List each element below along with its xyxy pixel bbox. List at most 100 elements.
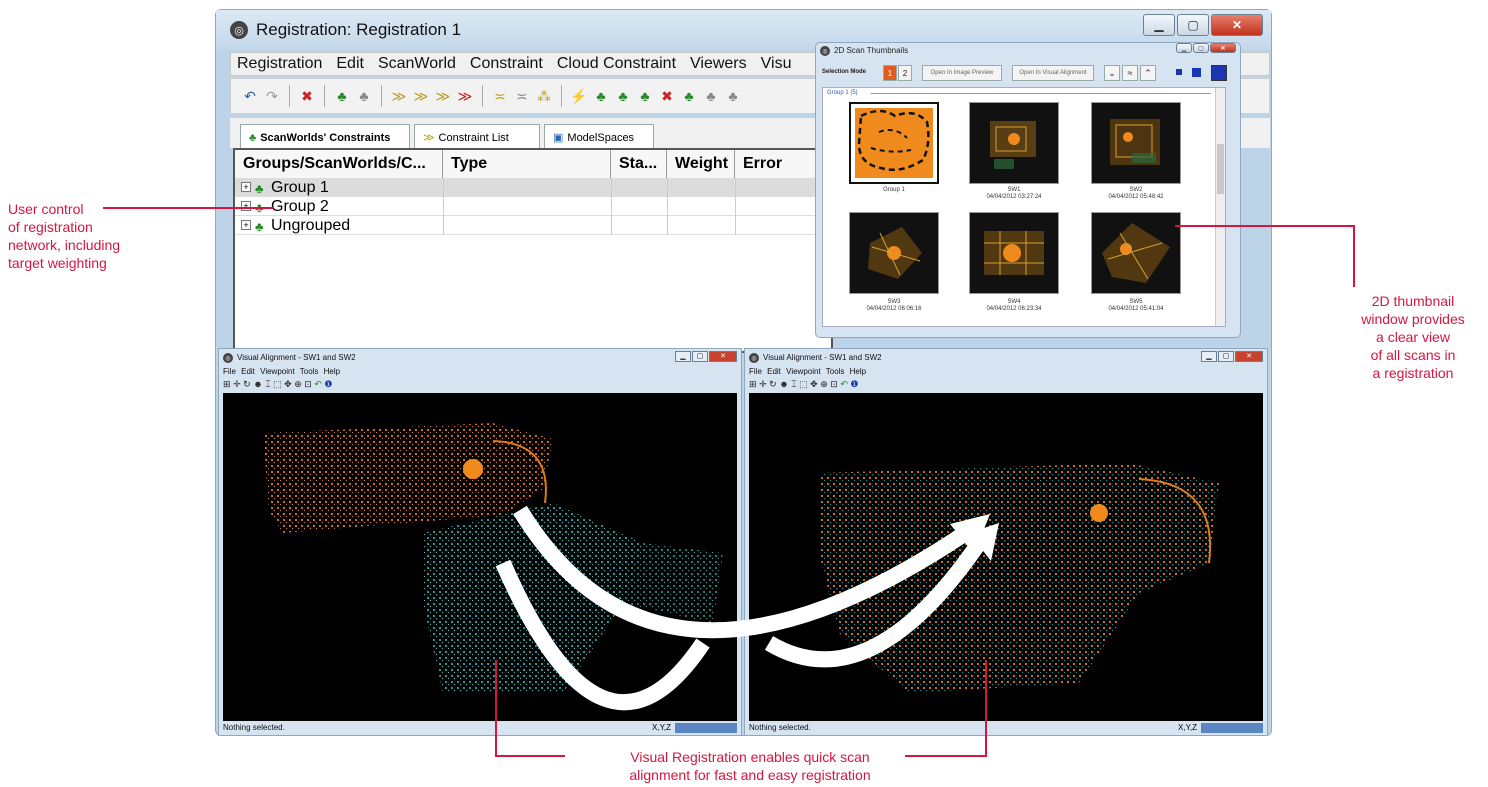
thumbnail-sw3[interactable]	[849, 212, 939, 294]
fence-icon[interactable]: ⬚	[799, 379, 808, 389]
minimize-button[interactable]: ▁	[1176, 43, 1192, 53]
delete-icon[interactable]: ✖	[298, 87, 316, 105]
thumbnail-sw1[interactable]	[969, 102, 1059, 184]
set-home-icon[interactable]: ♣	[680, 87, 698, 105]
undo-icon[interactable]: ↶	[241, 87, 259, 105]
mode-2-button[interactable]: 2	[898, 65, 912, 81]
column-header[interactable]: Weight	[667, 150, 735, 178]
collapse-down-icon[interactable]: ⌄	[1104, 65, 1120, 81]
menu-registration[interactable]: Registration	[237, 55, 322, 73]
info-icon[interactable]: ❶	[850, 379, 858, 389]
tab-scanworlds-constraints[interactable]: ♣ ScanWorlds' Constraints	[240, 124, 410, 150]
group-icon[interactable]: ♣	[592, 87, 610, 105]
freeze-icon[interactable]: ♣	[636, 87, 654, 105]
column-header[interactable]: Type	[443, 150, 611, 178]
expand-icon[interactable]: +	[241, 220, 251, 230]
lock-icon[interactable]: ♣	[702, 87, 720, 105]
remove-icon[interactable]: ✖	[658, 87, 676, 105]
thumbnail-group1[interactable]	[849, 102, 939, 184]
undo-view-icon[interactable]: ↶	[840, 379, 848, 389]
person-icon[interactable]: ☻	[779, 379, 788, 389]
visual-alignment-menu[interactable]: File Edit Viewpoint Tools Help	[749, 367, 866, 376]
constraint-add-icon[interactable]: ≫	[390, 87, 408, 105]
close-button[interactable]: ✕	[1211, 14, 1263, 36]
minimize-button[interactable]: ▁	[675, 351, 691, 362]
undo-view-icon[interactable]: ↶	[314, 379, 322, 389]
maximize-button[interactable]: ▢	[1193, 43, 1209, 53]
pan-icon[interactable]: ✥	[284, 379, 292, 389]
tab-modelspaces[interactable]: ▣ ModelSpaces	[544, 124, 654, 150]
maximize-button[interactable]: ▢	[1177, 14, 1209, 36]
scanworld-remove-icon[interactable]: ♣	[355, 87, 373, 105]
group-icon: ♣	[255, 181, 264, 196]
menu-visual[interactable]: Visu	[761, 55, 792, 73]
visual-alignment-toolbar: ⊞ ✛ ↻ ☻ ⌶ ⬚ ✥ ⊕ ⊡ ↶ ❶	[749, 379, 858, 391]
ungroup-icon[interactable]: ♣	[614, 87, 632, 105]
zoom-icon[interactable]: ⊕	[294, 379, 302, 389]
constraint-edit-icon[interactable]: ≫	[412, 87, 430, 105]
constraint-link-icon[interactable]: ≫	[434, 87, 452, 105]
close-button[interactable]: ✕	[1235, 351, 1263, 362]
menu-scanworld[interactable]: ScanWorld	[378, 55, 456, 73]
rotate-icon[interactable]: ↻	[243, 379, 251, 389]
open-visual-alignment-button[interactable]: Open In Visual Alignment	[1012, 65, 1094, 81]
maximize-button[interactable]: ▢	[692, 351, 708, 362]
cloud-auto-icon[interactable]: ⁂	[535, 87, 553, 105]
pick-icon[interactable]: ⌶	[791, 379, 796, 389]
select-icon[interactable]: ⊞	[223, 379, 231, 389]
thumbnail-sw5[interactable]	[1091, 212, 1181, 294]
move-icon[interactable]: ✛	[759, 379, 767, 389]
redo-icon[interactable]: ↷	[263, 87, 281, 105]
tree-row-group1[interactable]: + ♣ Group 1	[235, 178, 831, 197]
visual-alignment-menu[interactable]: File Edit Viewpoint Tools Help	[223, 367, 340, 376]
medium-thumb-size-icon[interactable]	[1192, 68, 1201, 77]
scrollbar-thumb[interactable]	[1217, 144, 1224, 194]
close-button[interactable]: ✕	[709, 351, 737, 362]
menu-constraint[interactable]: Constraint	[470, 55, 543, 73]
collapse-up-icon[interactable]: ⌃	[1140, 65, 1156, 81]
move-icon[interactable]: ✛	[233, 379, 241, 389]
thumbnail-sw2[interactable]	[1091, 102, 1181, 184]
pick-icon[interactable]: ⌶	[265, 379, 270, 389]
tree-row-label: Group 2	[271, 198, 329, 215]
expand-icon[interactable]: +	[241, 182, 251, 192]
maximize-button[interactable]: ▢	[1218, 351, 1234, 362]
rotate-icon[interactable]: ↻	[769, 379, 777, 389]
cloud-constraint-off-icon[interactable]: ≍	[513, 87, 531, 105]
fit-icon[interactable]: ⊡	[304, 379, 312, 389]
minimize-button[interactable]: ▁	[1201, 351, 1217, 362]
menu-viewers[interactable]: Viewers	[690, 55, 747, 73]
expand-icon[interactable]: +	[241, 201, 251, 211]
fence-icon[interactable]: ⬚	[273, 379, 282, 389]
thumbnails-scrollbar[interactable]	[1215, 88, 1225, 326]
mode-1-button[interactable]: 1	[883, 65, 897, 81]
person-icon[interactable]: ☻	[253, 379, 262, 389]
status-indicator	[675, 723, 737, 733]
zoom-icon[interactable]: ⊕	[820, 379, 828, 389]
small-thumb-size-icon[interactable]	[1176, 69, 1182, 75]
column-header[interactable]: Groups/ScanWorlds/C...	[235, 150, 443, 178]
group-thumbnail-image	[855, 108, 933, 178]
toolbar-separator	[324, 85, 325, 107]
tree-row-group2[interactable]: + ♣ Group 2	[235, 197, 831, 216]
fit-icon[interactable]: ⊡	[830, 379, 838, 389]
unlock-icon[interactable]: ♣	[724, 87, 742, 105]
register-icon[interactable]: ⚡	[570, 87, 588, 105]
menu-cloud-constraint[interactable]: Cloud Constraint	[557, 55, 676, 73]
tab-constraint-list[interactable]: ≫ Constraint List	[414, 124, 540, 150]
tree-row-ungrouped[interactable]: + ♣ Ungrouped	[235, 216, 831, 235]
thumbnail-sw4[interactable]	[969, 212, 1059, 294]
open-image-preview-button[interactable]: Open In Image Preview	[922, 65, 1002, 81]
large-thumb-size-icon[interactable]	[1211, 65, 1227, 81]
select-icon[interactable]: ⊞	[749, 379, 757, 389]
expand-all-icon[interactable]: ≈	[1122, 65, 1138, 81]
close-button[interactable]: ✕	[1210, 43, 1236, 53]
minimize-button[interactable]: ▁	[1143, 14, 1175, 36]
scanworld-add-icon[interactable]: ♣	[333, 87, 351, 105]
menu-edit[interactable]: Edit	[336, 55, 364, 73]
column-header[interactable]: Sta...	[611, 150, 667, 178]
constraint-delete-icon[interactable]: ≫	[456, 87, 474, 105]
pan-icon[interactable]: ✥	[810, 379, 818, 389]
cloud-constraint-icon[interactable]: ≍	[491, 87, 509, 105]
info-icon[interactable]: ❶	[324, 379, 332, 389]
